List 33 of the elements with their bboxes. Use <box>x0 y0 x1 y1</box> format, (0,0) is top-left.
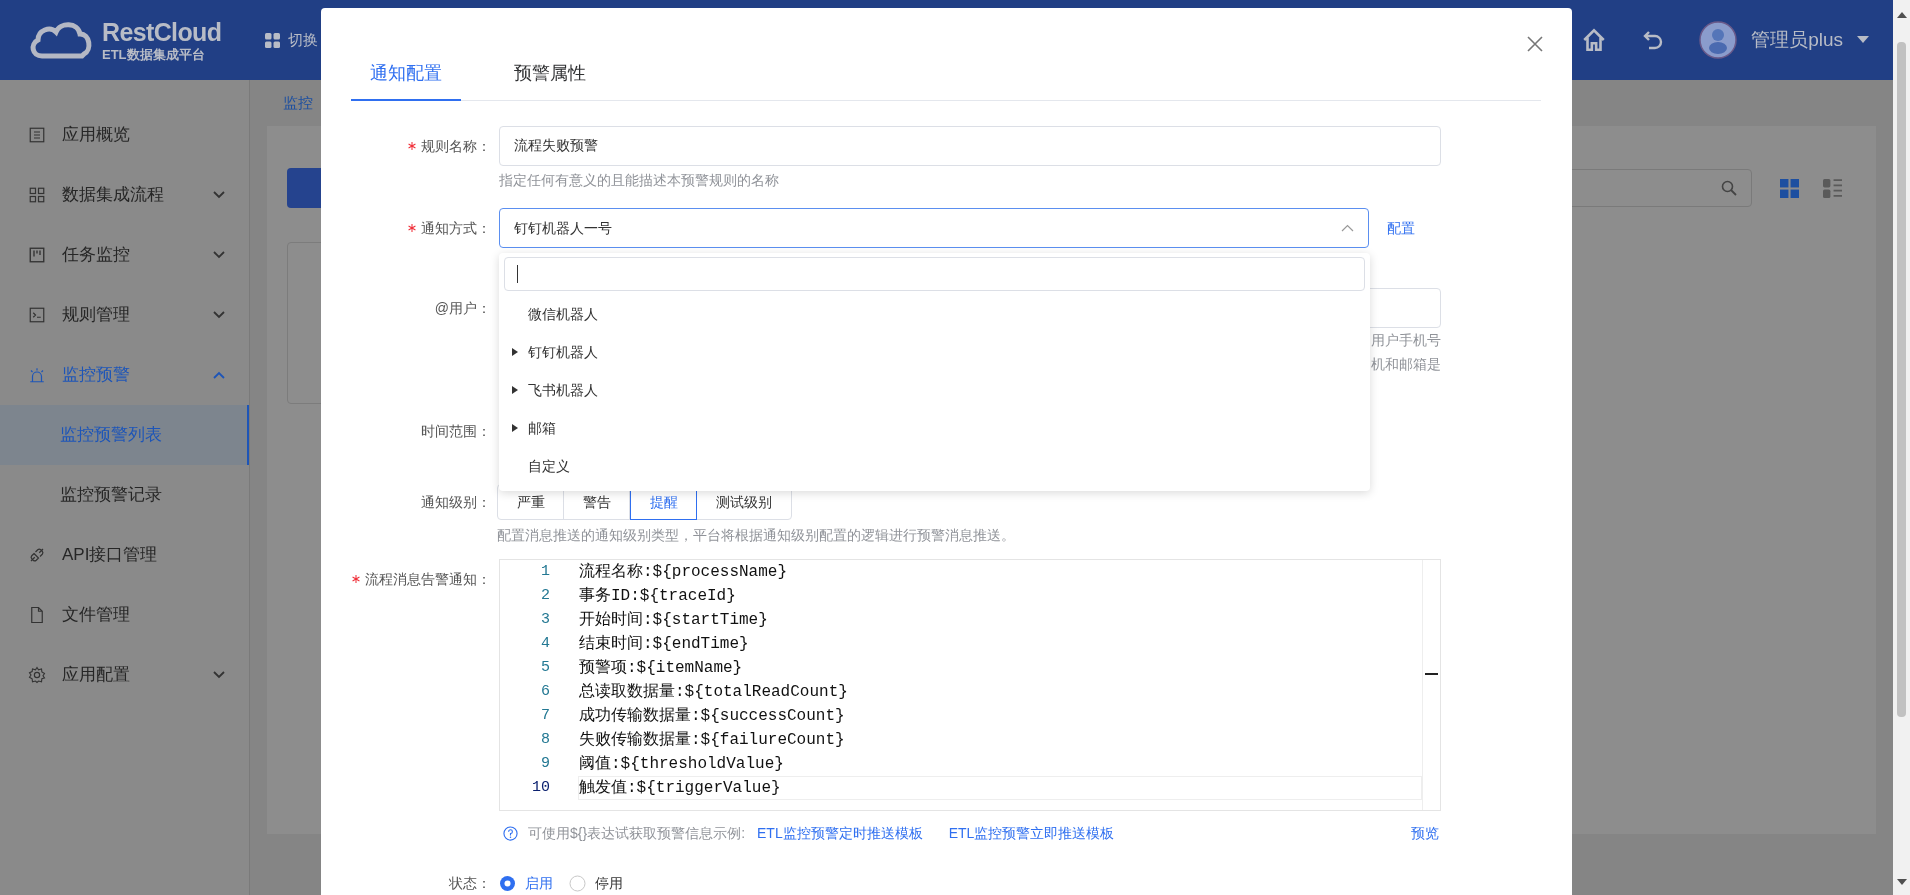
line-number: 3 <box>540 609 550 630</box>
code-line: 预警项:${itemName} <box>578 658 744 679</box>
code-line: 成功传输数据量:${successCount} <box>578 706 846 727</box>
field-label: 状态： <box>449 873 491 893</box>
help-text: 可使用${}表达试获取预警信息示例: <box>528 823 746 843</box>
hint-text: 机和邮箱是 <box>1371 354 1441 374</box>
field-label: 通知级别： <box>421 492 491 512</box>
hint-text: 指定任何有意义的且能描述本预警规则的名称 <box>499 170 779 190</box>
code-line: 结束时间:${endTime} <box>578 634 750 655</box>
line-number: 4 <box>540 633 550 654</box>
code-line: 失败传输数据量:${failureCount} <box>578 730 846 751</box>
hint-text: 用户手机号 <box>1371 330 1441 350</box>
field-label: 流程消息告警通知： <box>365 569 491 589</box>
code-line: 流程名称:${processName} <box>578 561 789 583</box>
field-label: @用户： <box>434 298 491 318</box>
line-number: 8 <box>540 729 550 750</box>
line-number: 9 <box>540 753 550 774</box>
code-line: 总读取数据量:${totalReadCount} <box>578 682 849 703</box>
field-label: 规则名称： <box>421 136 491 156</box>
code-line: 开始时间:${startTime} <box>578 610 769 631</box>
logo-title: RestCloud <box>102 19 222 45</box>
logo-subtitle: ETL数据集成平台 <box>102 47 206 61</box>
line-number: 10 <box>531 777 550 798</box>
code-line: 事务ID:${traceId} <box>578 586 737 607</box>
line-number: 7 <box>540 705 550 726</box>
line-number: 1 <box>540 561 550 582</box>
line-number: 2 <box>540 585 550 606</box>
hint-text: 配置消息推送的通知级别类型，平台将根据通知级别配置的逻辑进行预警消息推送。 <box>497 525 1015 545</box>
line-number: 5 <box>540 657 550 678</box>
line-number: 6 <box>540 681 550 702</box>
field-label: 时间范围： <box>421 421 491 441</box>
field-label: 通知方式： <box>421 218 491 238</box>
code-line: 阈值:${thresholdValue} <box>578 754 785 775</box>
